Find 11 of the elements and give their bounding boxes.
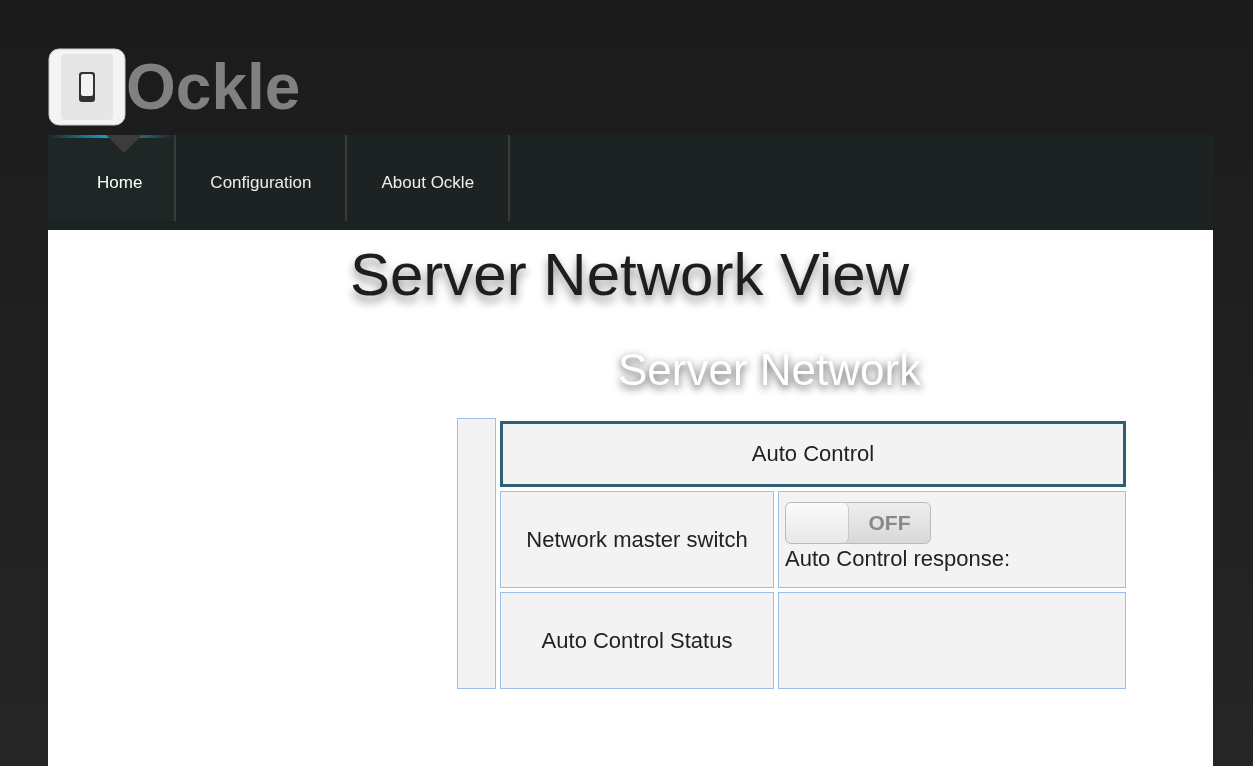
- section-title: Server Network: [617, 345, 923, 395]
- table-cell: Network master switch: [500, 491, 774, 588]
- table-cell: Auto Control Status: [500, 592, 774, 689]
- nav-link[interactable]: About Ockle: [347, 135, 511, 221]
- nav-link[interactable]: Home: [48, 135, 177, 221]
- response-label: Auto Control response:: [785, 546, 1011, 572]
- page-title: Server Network View: [348, 240, 911, 309]
- nav-link[interactable]: Configuration: [176, 135, 348, 221]
- logo-text: Ockle: [126, 55, 301, 119]
- switch-logo-icon: [48, 48, 126, 126]
- table-header: Auto Control: [500, 421, 1126, 487]
